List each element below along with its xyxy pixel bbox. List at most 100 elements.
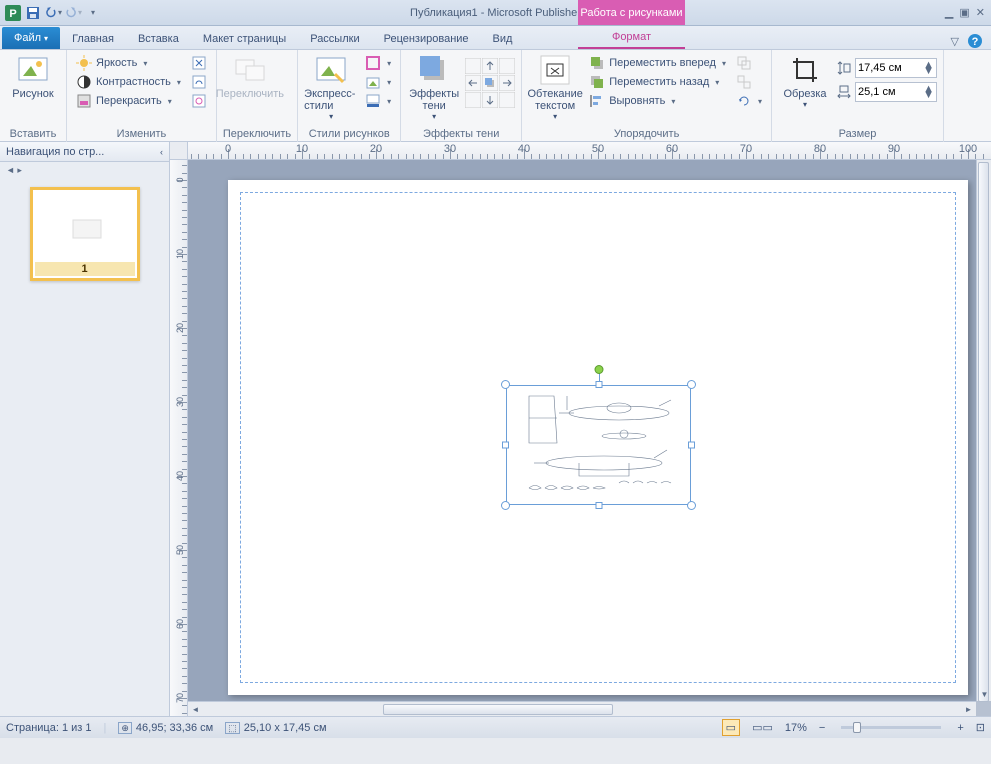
- zoom-level[interactable]: 17%: [785, 722, 807, 734]
- recolor-icon: [76, 93, 92, 109]
- selected-picture[interactable]: [506, 385, 691, 505]
- horizontal-scrollbar[interactable]: ◄ ►: [188, 701, 976, 716]
- tab-home[interactable]: Главная: [60, 29, 126, 49]
- rotate-button[interactable]: [733, 92, 765, 110]
- status-bar: Страница: 1 из 1 | ⊕46,95; 33,36 см ⬚25,…: [0, 716, 991, 738]
- group-styles-label: Стили рисунков: [304, 126, 394, 142]
- picture-border-button[interactable]: [362, 54, 394, 72]
- minimize-ribbon-icon[interactable]: ▽: [951, 35, 959, 48]
- resize-handle-tl[interactable]: [501, 380, 510, 389]
- compress-pictures-button[interactable]: [188, 54, 210, 72]
- group-objects-button[interactable]: [733, 54, 765, 72]
- vertical-ruler[interactable]: 010203040506070: [170, 160, 188, 716]
- collapse-pane-icon[interactable]: ‹: [160, 147, 163, 157]
- page[interactable]: [228, 180, 968, 695]
- resize-handle-t[interactable]: [595, 381, 602, 388]
- shape-icon: [365, 74, 381, 90]
- view-two-page-button[interactable]: ▭▭: [752, 721, 773, 734]
- tab-layout[interactable]: Макет страницы: [191, 29, 298, 49]
- nudge-shadow-r[interactable]: [499, 75, 515, 91]
- help-icon[interactable]: ?: [967, 33, 983, 49]
- navigation-pane: Навигация по стр... ‹ ◄ ▸ 1: [0, 142, 170, 716]
- nav-pane-header[interactable]: Навигация по стр... ‹: [0, 142, 169, 162]
- zoom-out-button[interactable]: −: [819, 722, 825, 734]
- undo-button[interactable]: [44, 4, 62, 22]
- height-input[interactable]: ▲▼: [855, 58, 937, 78]
- resize-handle-l[interactable]: [502, 442, 509, 449]
- shadow-effects-button[interactable]: Эффекты тени▾: [407, 52, 461, 121]
- qat-customize-icon[interactable]: ▾: [84, 4, 102, 22]
- picture-shape-button[interactable]: [362, 73, 394, 91]
- title-bar: P ▾ Публикация1 - Microsoft Publisher Ра…: [0, 0, 991, 26]
- recolor-button[interactable]: Перекрасить: [73, 92, 184, 110]
- resize-handle-r[interactable]: [688, 442, 695, 449]
- fit-page-button[interactable]: ⊡: [976, 721, 985, 734]
- ungroup-button[interactable]: [733, 73, 765, 91]
- reset-picture-button[interactable]: [188, 92, 210, 110]
- tab-file[interactable]: Файл ▾: [2, 27, 60, 49]
- zoom-in-button[interactable]: +: [957, 722, 963, 734]
- tab-review[interactable]: Рецензирование: [372, 29, 481, 49]
- ungroup-icon: [736, 74, 752, 90]
- height-icon: [836, 60, 852, 76]
- align-button[interactable]: Выровнять: [586, 92, 729, 110]
- width-icon: [836, 84, 852, 100]
- nav-pane-title: Навигация по стр...: [6, 146, 104, 158]
- contrast-button[interactable]: Контрастность: [73, 73, 184, 91]
- save-icon[interactable]: [24, 4, 42, 22]
- send-backward-button[interactable]: Переместить назад: [586, 73, 729, 91]
- nudge-shadow-b[interactable]: [482, 92, 498, 108]
- tab-mail[interactable]: Рассылки: [298, 29, 371, 49]
- group-icon: [736, 55, 752, 71]
- change-picture-button[interactable]: [188, 73, 210, 91]
- change-picture-icon: [191, 74, 207, 90]
- redo-button[interactable]: [64, 4, 82, 22]
- nudge-shadow-br[interactable]: [499, 92, 515, 108]
- context-tab-header: Работа с рисунками: [578, 0, 685, 25]
- quick-styles-button[interactable]: Экспресс-стили▾: [304, 52, 358, 121]
- resize-handle-bl[interactable]: [501, 501, 510, 510]
- minimize-button[interactable]: ▁: [945, 6, 953, 19]
- ribbon: Рисунок Вставить Яркость Контрастность П…: [0, 50, 991, 142]
- close-button[interactable]: ✕: [976, 6, 985, 19]
- nudge-shadow-tl[interactable]: [465, 58, 481, 74]
- rotation-handle[interactable]: [594, 365, 603, 374]
- vertical-scrollbar[interactable]: ▲ ▼: [976, 160, 991, 701]
- window-title: Публикация1 - Microsoft Publisher: [410, 7, 581, 19]
- group-adjust-label: Изменить: [73, 126, 210, 142]
- restore-button[interactable]: ▣: [959, 6, 969, 19]
- switch-button: Переключить: [223, 52, 277, 100]
- crop-button[interactable]: Обрезка▾: [778, 52, 832, 109]
- tab-format[interactable]: Формат: [578, 27, 685, 49]
- page-thumbnail-1[interactable]: 1: [30, 187, 140, 281]
- tab-insert[interactable]: Вставка: [126, 29, 191, 49]
- resize-handle-b[interactable]: [595, 502, 602, 509]
- view-single-page-button[interactable]: ▭: [722, 719, 740, 736]
- width-input[interactable]: ▲▼: [855, 82, 937, 102]
- tab-view[interactable]: Вид: [481, 29, 525, 49]
- horizontal-ruler[interactable]: 0102030405060708090100: [188, 142, 991, 160]
- nudge-shadow-bl[interactable]: [465, 92, 481, 108]
- brightness-icon: [76, 55, 92, 71]
- group-arrange-label: Упорядочить: [528, 126, 765, 142]
- nav-pane-menu[interactable]: ◄ ▸: [0, 162, 169, 179]
- text-wrap-button[interactable]: Обтекание текстом▾: [528, 52, 582, 121]
- zoom-slider[interactable]: [841, 726, 941, 729]
- caption-icon: [365, 93, 381, 109]
- insert-picture-button[interactable]: Рисунок: [6, 52, 60, 100]
- nudge-shadow-l[interactable]: [465, 75, 481, 91]
- ruler-corner: [170, 142, 188, 160]
- picture-caption-button[interactable]: [362, 92, 394, 110]
- group-shadow-label: Эффекты тени: [407, 126, 515, 142]
- nudge-shadow-t[interactable]: [482, 58, 498, 74]
- brightness-button[interactable]: Яркость: [73, 54, 184, 72]
- align-icon: [589, 93, 605, 109]
- status-page[interactable]: Страница: 1 из 1: [6, 722, 92, 734]
- canvas[interactable]: [188, 160, 976, 701]
- shadow-toggle[interactable]: [482, 75, 498, 91]
- resize-handle-br[interactable]: [687, 501, 696, 510]
- resize-handle-tr[interactable]: [687, 380, 696, 389]
- bring-forward-button[interactable]: Переместить вперед: [586, 54, 729, 72]
- group-switch-label: Переключить: [223, 126, 291, 142]
- nudge-shadow-tr[interactable]: [499, 58, 515, 74]
